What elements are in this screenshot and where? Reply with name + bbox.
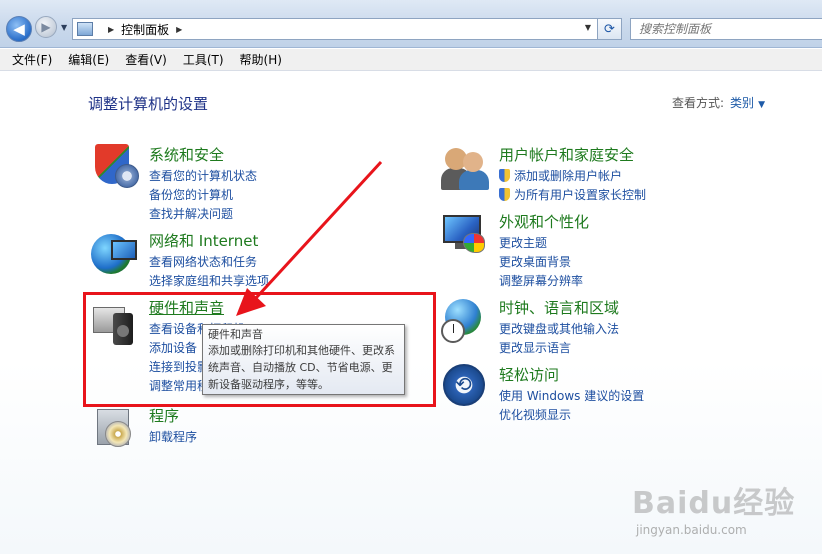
address-dropdown-icon[interactable]: ▼ [585, 23, 591, 32]
ease-of-access-icon[interactable] [441, 364, 489, 412]
clock-globe-icon[interactable] [441, 297, 489, 345]
menu-tools[interactable]: 工具(T) [177, 51, 230, 68]
palette-icon [463, 233, 485, 253]
users-icon[interactable] [441, 144, 489, 192]
recent-pages-dropdown-icon[interactable]: ▼ [61, 23, 67, 32]
category-title-appearance[interactable]: 外观和个性化 [499, 211, 589, 232]
security-shield-icon[interactable] [91, 144, 139, 192]
category-links: 更改键盘或其他输入法 更改显示语言 [499, 320, 619, 358]
back-arrow-icon: ◀ [13, 20, 25, 38]
view-by-value[interactable]: 类别 [730, 96, 754, 110]
tooltip-body: 添加或删除打印机和其他硬件、更改系统声音、自动播放 CD、节省电源、更新设备驱动… [208, 344, 395, 391]
search-box[interactable] [630, 18, 822, 40]
category-title-programs[interactable]: 程序 [149, 405, 179, 426]
user-body-icon [459, 170, 489, 190]
link-backup-computer[interactable]: 备份您的计算机 [149, 186, 257, 205]
baidu-jingyan-watermark: Baidu经验 [632, 486, 796, 521]
menu-edit[interactable]: 编辑(E) [62, 51, 115, 68]
link-network-status[interactable]: 查看网络状态和任务 [149, 253, 269, 272]
clock-icon [441, 319, 465, 343]
accessibility-icon [443, 364, 485, 406]
category-title-clock[interactable]: 时钟、语言和区域 [499, 297, 619, 318]
uac-shield-icon [499, 169, 510, 182]
category-links: 卸载程序 [149, 428, 197, 447]
address-field[interactable]: ▶ 控制面板 ▶ ▼ [72, 18, 598, 40]
forward-arrow-icon: ▶ [41, 20, 51, 34]
category-links: 查看网络状态和任务 选择家庭组和共享选项 [149, 253, 269, 291]
uac-shield-icon [499, 188, 510, 201]
category-title-network[interactable]: 网络和 Internet [149, 230, 258, 251]
link-change-theme[interactable]: 更改主题 [499, 234, 583, 253]
forward-button[interactable]: ▶ [35, 16, 57, 38]
view-by-label: 查看方式: [672, 96, 725, 110]
link-windows-suggested-settings[interactable]: 使用 Windows 建议的设置 [499, 387, 644, 406]
menu-file[interactable]: 文件(F) [6, 51, 58, 68]
page-title: 调整计算机的设置 [88, 95, 209, 113]
monitor-icon [111, 240, 137, 260]
link-desktop-background[interactable]: 更改桌面背景 [499, 253, 583, 272]
back-button[interactable]: ◀ [6, 16, 32, 42]
programs-disc-icon[interactable] [91, 405, 139, 453]
disk-icon [115, 164, 139, 188]
refresh-icon: ⟳ [604, 21, 615, 37]
search-input[interactable] [639, 22, 809, 36]
link-uninstall-program[interactable]: 卸载程序 [149, 428, 197, 447]
annotation-arrow-shaft [254, 160, 383, 300]
link-troubleshoot[interactable]: 查找并解决问题 [149, 205, 257, 224]
cd-icon [105, 421, 131, 447]
link-keyboard-input[interactable]: 更改键盘或其他输入法 [499, 320, 619, 339]
address-toolbar: ◀ ▶ ▼ ▶ 控制面板 ▶ ▼ ⟳ [0, 0, 822, 48]
menu-view[interactable]: 查看(V) [119, 51, 173, 68]
category-title-user-accounts[interactable]: 用户帐户和家庭安全 [499, 144, 634, 165]
appearance-icon[interactable] [441, 211, 489, 259]
tooltip-title: 硬件和声音 [208, 328, 263, 341]
link-optimize-display[interactable]: 优化视频显示 [499, 406, 644, 425]
breadcrumb-separator-icon[interactable]: ▶ [176, 25, 182, 34]
link-add-remove-users[interactable]: 添加或删除用户帐户 [499, 167, 646, 186]
link-label: 添加或删除用户帐户 [514, 169, 623, 183]
chevron-down-icon[interactable]: ▼ [758, 100, 765, 110]
network-globe-icon[interactable] [91, 230, 139, 278]
tooltip: 硬件和声音 添加或删除打印机和其他硬件、更改系统声音、自动播放 CD、节省电源、… [202, 324, 405, 395]
menu-bar: 文件(F) 编辑(E) 查看(V) 工具(T) 帮助(H) [0, 49, 822, 71]
link-view-computer-status[interactable]: 查看您的计算机状态 [149, 167, 257, 186]
link-label: 为所有用户设置家长控制 [514, 188, 647, 202]
link-homegroup-sharing[interactable]: 选择家庭组和共享选项 [149, 272, 269, 291]
refresh-button[interactable]: ⟳ [597, 18, 622, 40]
view-by-selector[interactable]: 查看方式: 类别 ▼ [672, 94, 765, 111]
category-links: 添加或删除用户帐户 为所有用户设置家长控制 [499, 167, 646, 205]
category-title-access[interactable]: 轻松访问 [499, 364, 559, 385]
category-links: 查看您的计算机状态 备份您的计算机 查找并解决问题 [149, 167, 257, 224]
breadcrumb-separator-icon[interactable]: ▶ [108, 25, 114, 34]
link-display-language[interactable]: 更改显示语言 [499, 339, 619, 358]
user-head-icon [463, 152, 483, 172]
category-title-system-security[interactable]: 系统和安全 [149, 144, 224, 165]
link-parental-controls[interactable]: 为所有用户设置家长控制 [499, 186, 646, 205]
category-links: 更改主题 更改桌面背景 调整屏幕分辨率 [499, 234, 583, 291]
category-links: 使用 Windows 建议的设置 优化视频显示 [499, 387, 644, 425]
breadcrumb-control-panel[interactable]: 控制面板 [121, 21, 169, 38]
watermark-url: jingyan.baidu.com [636, 523, 747, 537]
menu-help[interactable]: 帮助(H) [234, 51, 288, 68]
link-screen-resolution[interactable]: 调整屏幕分辨率 [499, 272, 583, 291]
control-panel-icon [77, 22, 93, 36]
